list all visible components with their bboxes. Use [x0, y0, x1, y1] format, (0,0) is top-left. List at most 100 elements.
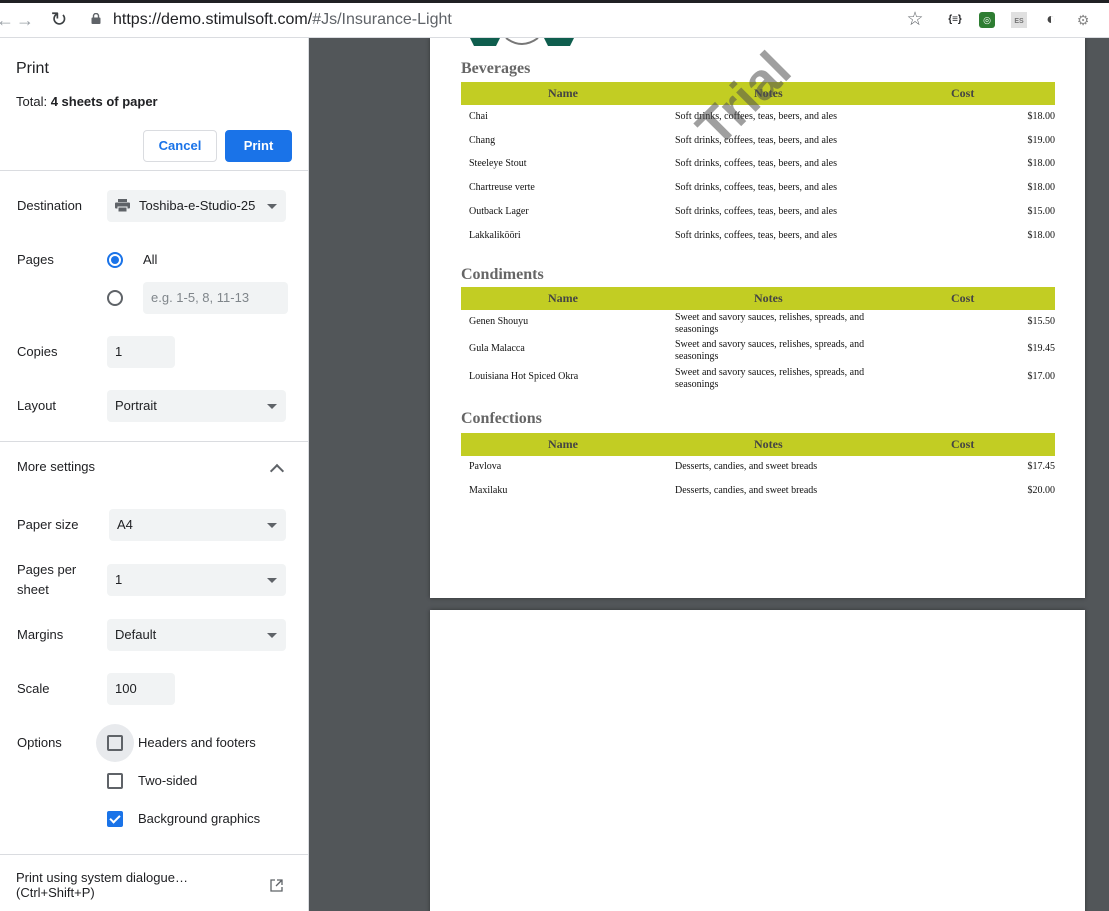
cell-name: Chartreuse verte	[469, 182, 535, 193]
two-sided-label: Two-sided	[138, 773, 198, 788]
cell-name: Louisiana Hot Spiced Okra	[469, 371, 579, 382]
cell-name: Steeleye Stout	[469, 158, 527, 169]
window-frame-strip	[0, 0, 1109, 3]
extension-icon[interactable]: ⚙	[1075, 12, 1091, 28]
cancel-button[interactable]: Cancel	[143, 130, 217, 162]
destination-label: Destination	[17, 198, 83, 213]
margins-select[interactable]: Default	[107, 619, 286, 651]
url-host: https://demo.stimulsoft.com/	[113, 11, 313, 28]
background-graphics-checkbox[interactable]	[107, 811, 123, 827]
printer-icon	[115, 199, 130, 212]
pages-custom-input[interactable]: e.g. 1-5, 8, 11-13	[143, 282, 288, 314]
json-extension-icon[interactable]: {≡}	[947, 12, 963, 28]
cell-notes: Soft drinks, coffees, teas, beers, and a…	[675, 182, 837, 193]
print-settings-panel: Print Total: 4 sheets of paper Cancel Pr…	[0, 38, 309, 911]
cell-notes: Desserts, candies, and sweet breads	[675, 461, 818, 472]
cell-name: Outback Lager	[469, 206, 529, 217]
cell-name: Chang	[469, 135, 496, 146]
destination-select[interactable]: Toshiba-e-Studio-25	[107, 190, 286, 222]
table-header: Name Notes Cost	[461, 433, 1055, 456]
paper-size-select[interactable]: A4	[109, 509, 286, 541]
browser-toolbar: ← → ↻ https://demo.stimulsoft.com/#Js/In…	[0, 0, 1109, 38]
open-external-icon[interactable]	[270, 879, 283, 892]
system-dialog-link[interactable]: Print using system dialogue… (Ctrl+Shift…	[16, 870, 188, 900]
cell-cost: $19.45	[1027, 343, 1056, 354]
print-preview-area[interactable]: Beverages Name Notes Cost Chai Soft drink…	[309, 38, 1109, 911]
scale-label: Scale	[17, 681, 50, 696]
pages-custom-radio[interactable]	[107, 290, 123, 306]
pages-per-sheet-select[interactable]: 1	[107, 564, 286, 596]
print-button[interactable]: Print	[225, 130, 292, 162]
system-dialog-text: Print using system dialogue…	[16, 870, 188, 885]
preview-page: Beverages Name Notes Cost Chai Soft drink…	[430, 38, 1085, 598]
dark-mode-extension-icon[interactable]: ◐	[1043, 12, 1059, 28]
url-path: #Js/Insurance-Light	[312, 11, 452, 28]
pages-per-sheet-label-1: Pages per	[17, 562, 77, 577]
es-extension-icon[interactable]: ES	[1011, 12, 1027, 28]
copies-input[interactable]: 1	[107, 336, 175, 368]
section-title-confections: Confections	[461, 410, 542, 427]
cell-name: Maxilaku	[469, 485, 508, 496]
layout-select[interactable]: Portrait	[107, 390, 286, 422]
cell-cost: $18.00	[1027, 182, 1056, 193]
divider	[0, 854, 308, 855]
col-notes-header: Notes	[754, 291, 783, 305]
col-cost-header: Cost	[951, 437, 975, 451]
green-extension-icon[interactable]: ◎	[979, 12, 995, 28]
two-sided-checkbox[interactable]	[107, 773, 123, 789]
cell-notes: Sweet and savory sauces, relishes, sprea…	[675, 367, 865, 390]
address-bar[interactable]: https://demo.stimulsoft.com/#Js/Insuranc…	[113, 9, 452, 31]
cell-cost: $17.00	[1027, 371, 1056, 382]
back-arrow-icon[interactable]: ←	[0, 9, 14, 31]
bookmark-star-icon[interactable]: ☆	[905, 8, 925, 32]
dropdown-caret-icon	[267, 633, 277, 638]
pages-all-radio[interactable]	[107, 252, 123, 268]
dropdown-caret-icon	[267, 578, 277, 583]
destination-value: Toshiba-e-Studio-25	[139, 198, 256, 213]
cell-cost: $19.00	[1027, 135, 1056, 146]
section-title-condiments: Condiments	[461, 266, 544, 283]
background-graphics-label: Background graphics	[138, 811, 261, 826]
cell-notes: Soft drinks, coffees, teas, beers, and a…	[675, 206, 837, 217]
col-name-header: Name	[548, 86, 578, 100]
col-name-header: Name	[548, 291, 578, 305]
layout-label: Layout	[17, 398, 57, 413]
section-title-beverages: Beverages	[461, 60, 531, 77]
cell-notes: Sweet and savory sauces, relishes, sprea…	[675, 339, 865, 362]
sheet-total: Total: 4 sheets of paper	[16, 94, 158, 109]
cell-cost: $18.00	[1027, 111, 1056, 122]
divider	[0, 441, 308, 442]
cell-notes: Soft drinks, coffees, teas, beers, and a…	[675, 230, 837, 241]
pages-per-sheet-label-2: sheet	[17, 582, 49, 597]
cell-cost: $20.00	[1027, 485, 1056, 496]
system-dialog-shortcut: (Ctrl+Shift+P)	[16, 885, 95, 900]
cell-name: Genen Shouyu	[469, 316, 529, 327]
table-header: Name Notes Cost	[461, 287, 1055, 310]
preview-page-blank	[430, 610, 1085, 911]
layout-value: Portrait	[115, 398, 157, 413]
forward-arrow-icon[interactable]: →	[14, 9, 36, 31]
options-label: Options	[17, 735, 62, 750]
chevron-up-icon[interactable]	[269, 463, 285, 479]
cell-name: Gula Malacca	[469, 343, 525, 354]
col-notes-header: Notes	[754, 437, 783, 451]
cell-cost: $17.45	[1027, 461, 1056, 472]
scale-input[interactable]: 100	[107, 673, 175, 705]
divider	[0, 170, 308, 171]
cell-name: Lakkalikööri	[469, 230, 521, 241]
reload-icon[interactable]: ↻	[48, 9, 70, 31]
cell-name: Pavlova	[469, 461, 502, 472]
lock-icon	[91, 13, 101, 24]
headers-footers-checkbox[interactable]	[107, 735, 123, 751]
cell-cost: $18.00	[1027, 158, 1056, 169]
total-value: 4 sheets of paper	[50, 94, 158, 109]
print-title: Print	[16, 60, 49, 77]
more-settings-toggle[interactable]: More settings	[17, 457, 95, 477]
cell-cost: $15.00	[1027, 206, 1056, 217]
cell-notes: Desserts, candies, and sweet breads	[675, 485, 818, 496]
paper-size-label: Paper size	[17, 517, 79, 532]
pages-label: Pages	[17, 252, 54, 267]
copies-label: Copies	[17, 344, 58, 359]
pages-per-sheet-value: 1	[115, 572, 123, 587]
report-logo	[470, 38, 574, 46]
